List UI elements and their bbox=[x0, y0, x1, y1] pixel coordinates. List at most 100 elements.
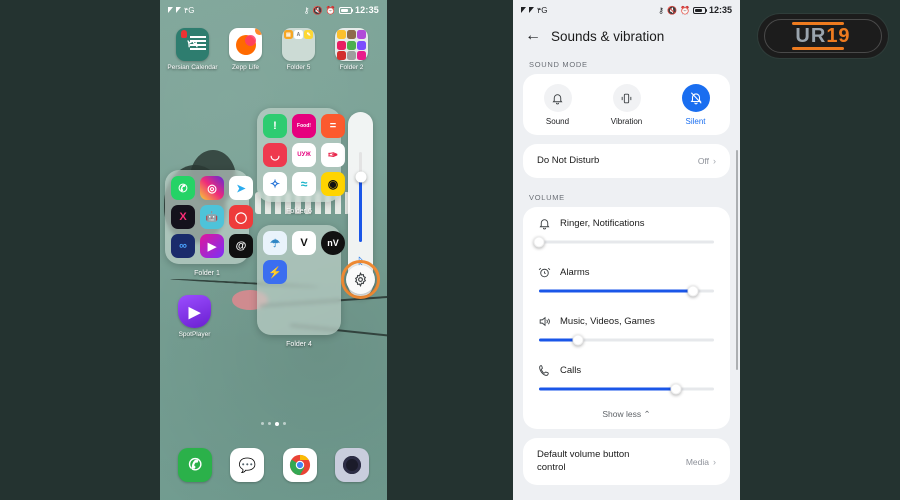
settings-status-bar: ۴G ⚷ 🔇 ⏰ 12:35 bbox=[513, 0, 740, 20]
mute-icon: 🔇 bbox=[312, 5, 323, 15]
slider-fill bbox=[539, 289, 693, 293]
alarms-slider[interactable] bbox=[539, 283, 714, 299]
divar-icon[interactable]: = bbox=[321, 114, 345, 138]
do-not-disturb-row[interactable]: Do Not Disturb Off › bbox=[523, 144, 730, 178]
default-volume-button-row[interactable]: Default volume button control Media › bbox=[523, 438, 730, 485]
page-title: Sounds & vibration bbox=[551, 28, 665, 44]
volume-item-alarms: Alarms bbox=[523, 256, 730, 305]
show-less-button[interactable]: Show less ⌃ bbox=[523, 403, 730, 429]
tapsi-icon[interactable]: ≈ bbox=[292, 172, 316, 196]
app-zepp-life[interactable]: Zepp Life bbox=[219, 28, 272, 72]
app-row-1: ۲۹ Persian Calendar Zepp Life ▤ A ✎ Fold… bbox=[166, 28, 381, 72]
slider-knob[interactable] bbox=[572, 334, 583, 346]
alarm-icon: ⏰ bbox=[680, 5, 690, 15]
folder-label: Folder 4 bbox=[286, 341, 312, 348]
sheypoor-icon[interactable]: ✑ bbox=[321, 143, 345, 167]
logo-text: UR19 bbox=[795, 25, 850, 48]
default-volume-button-card[interactable]: Default volume button control Media › bbox=[523, 438, 730, 486]
camera-icon[interactable] bbox=[334, 448, 369, 482]
music-slider[interactable] bbox=[539, 332, 714, 348]
slider-knob[interactable] bbox=[687, 285, 699, 297]
uup-icon[interactable]: UУЖ bbox=[292, 143, 316, 167]
app-persian-calendar[interactable]: ۲۹ Persian Calendar bbox=[166, 28, 219, 72]
mode-silent[interactable]: Silent bbox=[661, 84, 730, 126]
sound-mode-row: Sound Vibration Silent bbox=[523, 74, 730, 135]
app-label: Folder 5 bbox=[286, 64, 311, 71]
zepp-life-icon[interactable] bbox=[229, 28, 262, 61]
mode-sound[interactable]: Sound bbox=[523, 84, 592, 126]
battery-icon bbox=[338, 6, 354, 14]
folder-6-expanded[interactable]: ! Food! = ◡ UУЖ ✑ ✧ ≈ ◉ Folder 6 bbox=[257, 108, 345, 215]
bank-blue-icon[interactable]: ✧ bbox=[263, 172, 287, 196]
folder-5[interactable]: ▤ A ✎ Folder 5 bbox=[272, 28, 325, 72]
dock: ✆ 💬 bbox=[160, 448, 387, 482]
volume-label: Alarms bbox=[560, 266, 590, 278]
do-not-disturb-card[interactable]: Do Not Disturb Off › bbox=[523, 144, 730, 179]
page-dot[interactable] bbox=[261, 422, 264, 425]
page-dot[interactable] bbox=[283, 422, 286, 425]
home-status-bar: ۴G ⚷ 🔇 ⏰ 12:35 bbox=[160, 0, 387, 20]
mode-vibration[interactable]: Vibration bbox=[592, 84, 661, 126]
settings-phone: ۴G ⚷ 🔇 ⏰ 12:35 ← Sounds & vibration SOUN… bbox=[513, 0, 740, 500]
row-label: Default volume button control bbox=[537, 449, 630, 473]
back-arrow-icon[interactable]: ← bbox=[525, 28, 541, 44]
folder-2[interactable]: Folder 2 bbox=[325, 28, 378, 72]
scrollbar[interactable] bbox=[735, 150, 738, 370]
bell-icon bbox=[543, 84, 572, 112]
ringer-slider[interactable] bbox=[533, 234, 714, 250]
robot-icon[interactable]: 🤖 bbox=[200, 205, 224, 229]
slider-fill bbox=[539, 387, 676, 391]
folder-icon[interactable] bbox=[335, 28, 368, 61]
sound-mode-card: Sound Vibration Silent bbox=[523, 74, 730, 135]
slider-knob[interactable] bbox=[533, 236, 545, 248]
calls-slider[interactable] bbox=[539, 381, 714, 397]
mute-icon: 🔇 bbox=[667, 5, 677, 15]
folder-4-expanded[interactable]: ☂ V nV ⚡ Folder 4 bbox=[257, 225, 345, 348]
app-spotplayer[interactable]: ▶ SpotPlayer bbox=[168, 295, 221, 339]
watermark-logo: UR19 bbox=[758, 14, 888, 58]
chrome-icon[interactable] bbox=[282, 448, 317, 482]
digikala-icon[interactable]: ◡ bbox=[263, 143, 287, 167]
persian-calendar-icon[interactable]: ۲۹ bbox=[176, 28, 209, 61]
folder-1-expanded[interactable]: ✆ ◎ ➤ X 🤖 ◯ ∞ ▶ @ Folder 1 bbox=[165, 170, 253, 277]
volume-label: Calls bbox=[560, 364, 582, 376]
phone-icon[interactable]: ✆ bbox=[178, 448, 213, 482]
whatsapp-icon[interactable]: ✆ bbox=[171, 176, 195, 200]
row-value: Off bbox=[697, 156, 709, 167]
snapp-icon[interactable]: ! bbox=[263, 114, 287, 138]
foodit-icon[interactable]: Food! bbox=[292, 114, 316, 138]
flash-vpn-icon[interactable]: ⚡ bbox=[263, 260, 287, 284]
eitaa-icon[interactable]: ◯ bbox=[229, 205, 253, 229]
messages-icon[interactable]: 💬 bbox=[230, 448, 265, 482]
section-label-volume: VOLUME bbox=[529, 193, 565, 203]
page-dot[interactable] bbox=[268, 422, 271, 425]
soroush-icon[interactable]: ∞ bbox=[171, 234, 195, 258]
cafe-bazaar-icon[interactable]: ◉ bbox=[321, 172, 345, 196]
alarm-clock-icon bbox=[537, 265, 551, 279]
logo-text-part1: UR bbox=[795, 24, 827, 47]
volume-slider-track[interactable] bbox=[355, 152, 366, 242]
volume-slider-knob[interactable] bbox=[355, 171, 366, 183]
slider-knob[interactable] bbox=[670, 383, 681, 395]
nv-icon[interactable]: nV bbox=[321, 231, 345, 255]
vibration-icon bbox=[612, 84, 641, 112]
rubika-icon[interactable]: ▶ bbox=[200, 234, 224, 258]
telegram-icon[interactable]: ➤ bbox=[229, 176, 253, 200]
threads-icon[interactable]: @ bbox=[229, 234, 253, 258]
x-twitter-icon[interactable]: X bbox=[171, 205, 195, 229]
folder-label: Folder 6 bbox=[286, 208, 312, 215]
spotplayer-shield-icon[interactable]: ▶ bbox=[178, 295, 211, 328]
app-label: SpotPlayer bbox=[178, 331, 211, 338]
volume-card: Ringer, Notifications Alarms Music, Vide… bbox=[523, 207, 730, 430]
home-screen-phone: ۴G ⚷ 🔇 ⏰ 12:35 ۲۹ Persian Calendar Zepp … bbox=[160, 0, 387, 500]
speaker-icon bbox=[537, 314, 551, 328]
gear-icon[interactable] bbox=[346, 265, 375, 294]
instagram-icon[interactable]: ◎ bbox=[200, 176, 224, 200]
key-icon: ⚷ bbox=[303, 5, 310, 15]
row-value-group: Off › bbox=[698, 156, 716, 166]
folder-icon[interactable]: ▤ A ✎ bbox=[282, 28, 315, 61]
signal-icon bbox=[529, 7, 534, 13]
vpn-check-icon[interactable]: V bbox=[292, 231, 316, 255]
shaparak-icon[interactable]: ☂ bbox=[263, 231, 287, 255]
page-dot-active[interactable] bbox=[275, 422, 279, 426]
